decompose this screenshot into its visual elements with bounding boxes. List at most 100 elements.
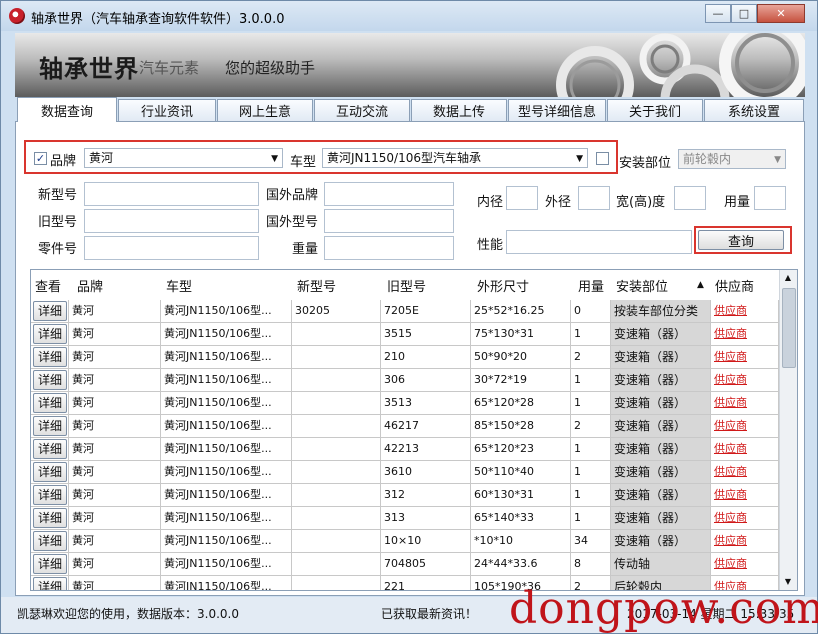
tab-settings[interactable]: 系统设置 [704, 99, 804, 121]
detail-button[interactable]: 详细 [33, 324, 67, 344]
supplier-link[interactable]: 供应商 [711, 392, 779, 415]
cell-size: 25*52*16.25 [471, 300, 571, 323]
old-model-input[interactable] [84, 209, 259, 233]
detail-button[interactable]: 详细 [33, 508, 67, 528]
table-row[interactable]: 详细 黄河 黄河JN1150/106型... 3515 75*130*31 1 变速箱（器）… [31, 323, 779, 346]
detail-button[interactable]: 详细 [33, 577, 67, 590]
supplier-link[interactable]: 供应商 [711, 438, 779, 461]
detail-button[interactable]: 详细 [33, 416, 67, 436]
table-row[interactable]: 详细 黄河 黄河JN1150/106型... 10×10 *10*10 34 变速箱（器）供… [31, 530, 779, 553]
cell-qty: 1 [571, 484, 611, 507]
table-row[interactable]: 详细 黄河 黄河JN1150/106型... 42213 65*120*23 1 变速箱（器… [31, 438, 779, 461]
detail-button[interactable]: 详细 [33, 554, 67, 574]
column-header-brand[interactable]: 品牌 [73, 270, 161, 300]
detail-button[interactable]: 详细 [33, 462, 67, 482]
table-row[interactable]: 详细 黄河 黄河JN1150/106型... 46217 85*150*28 2 变速箱（器… [31, 415, 779, 438]
column-header-old-model[interactable]: 旧型号 [383, 270, 471, 300]
tab-online-business[interactable]: 网上生意 [217, 99, 313, 121]
cell-brand: 黄河 [69, 461, 161, 484]
detail-button[interactable]: 详细 [33, 439, 67, 459]
column-header-supplier[interactable]: 供应商 [711, 270, 777, 300]
table-row[interactable]: 详细 黄河 黄河JN1150/106型... 3513 65*120*28 1 变速箱（器）… [31, 392, 779, 415]
scrollbar-thumb[interactable] [782, 288, 796, 368]
brand-subtitle-1: 汽车元素 [139, 59, 200, 77]
supplier-link[interactable]: 供应商 [711, 461, 779, 484]
chevron-down-icon: ▼ [774, 155, 781, 165]
tab-interaction[interactable]: 互动交流 [314, 99, 410, 121]
scroll-up-icon[interactable]: ▲ [782, 272, 794, 284]
chevron-down-icon: ▼ [271, 154, 278, 164]
foreign-brand-label: 国外品牌 [266, 188, 319, 203]
search-button[interactable]: 查询 [698, 230, 784, 250]
foreign-brand-input[interactable] [324, 182, 454, 206]
tab-model-details[interactable]: 型号详细信息 [508, 99, 606, 121]
performance-input[interactable] [506, 230, 692, 254]
supplier-link[interactable]: 供应商 [711, 507, 779, 530]
tab-data-query[interactable]: 数据查询 [17, 97, 117, 122]
close-button[interactable]: ✕ [757, 4, 805, 23]
cell-brand: 黄河 [69, 323, 161, 346]
weight-label: 重量 [292, 242, 319, 257]
table-row[interactable]: 详细 黄河 黄河JN1150/106型... 704805 24*44*33.6 8 传动轴… [31, 553, 779, 576]
detail-button[interactable]: 详细 [33, 301, 67, 321]
cell-qty: 1 [571, 461, 611, 484]
detail-button[interactable]: 详细 [33, 531, 67, 551]
detail-button[interactable]: 详细 [33, 347, 67, 367]
tab-about-us[interactable]: 关于我们 [607, 99, 703, 121]
vertical-scrollbar[interactable]: ▲ ▼ [779, 270, 797, 590]
table-row[interactable]: 详细 黄河 黄河JN1150/106型... 312 60*130*31 1 变速箱（器）供… [31, 484, 779, 507]
brand-checkbox[interactable]: ✓ [34, 152, 47, 165]
supplier-link[interactable]: 供应商 [711, 484, 779, 507]
foreign-model-input[interactable] [324, 209, 454, 233]
table-row[interactable]: 详细 黄河 黄河JN1150/106型... 313 65*140*33 1 变速箱（器）供… [31, 507, 779, 530]
detail-button[interactable]: 详细 [33, 393, 67, 413]
supplier-link[interactable]: 供应商 [711, 323, 779, 346]
column-header-location[interactable]: 安装部位 [612, 270, 692, 300]
brand-select[interactable]: 黄河 ▼ [84, 148, 283, 168]
table-row[interactable]: 详细 黄河 黄河JN1150/106型... 306 30*72*19 1 变速箱（器） 供应… [31, 369, 779, 392]
location-select[interactable]: 前轮毂内 ▼ [678, 149, 786, 169]
cell-location: 变速箱（器） [611, 484, 711, 507]
width-height-input[interactable] [674, 186, 706, 210]
supplier-link[interactable]: 供应商 [711, 300, 779, 323]
table-row[interactable]: 详细 黄河 黄河JN1150/106型... 210 50*90*20 2 变速箱（器） 供应… [31, 346, 779, 369]
detail-button[interactable]: 详细 [33, 485, 67, 505]
tab-industry-news[interactable]: 行业资讯 [118, 99, 216, 121]
cell-brand: 黄河 [69, 369, 161, 392]
supplier-link[interactable]: 供应商 [711, 346, 779, 369]
cell-view: 详细 [31, 576, 69, 590]
part-number-input[interactable] [84, 236, 259, 260]
supplier-link[interactable]: 供应商 [711, 553, 779, 576]
column-header-qty[interactable]: 用量 [574, 270, 610, 300]
outer-diameter-input[interactable] [578, 186, 610, 210]
cell-old-model: 312 [381, 484, 471, 507]
cell-car: 黄河JN1150/106型... [161, 530, 292, 553]
detail-button[interactable]: 详细 [33, 370, 67, 390]
tab-data-upload[interactable]: 数据上传 [411, 99, 507, 121]
cell-view: 详细 [31, 553, 69, 576]
weight-input[interactable] [324, 236, 454, 260]
watermark-text: dongpow.com [509, 583, 818, 634]
column-header-view[interactable]: 查看 [31, 270, 71, 300]
cell-new-model [292, 415, 381, 438]
column-header-car[interactable]: 车型 [162, 270, 290, 300]
cell-old-model: 10×10 [381, 530, 471, 553]
cell-new-model [292, 323, 381, 346]
car-model-select[interactable]: 黄河JN1150/106型汽车轴承 ▼ [322, 148, 588, 168]
new-model-input[interactable] [84, 182, 259, 206]
column-header-size[interactable]: 外形尺寸 [473, 270, 571, 300]
table-row[interactable]: 详细 黄河 黄河JN1150/106型... 3610 50*110*40 1 变速箱（器）… [31, 461, 779, 484]
usage-input[interactable] [754, 186, 786, 210]
cell-qty: 1 [571, 507, 611, 530]
location-checkbox[interactable] [596, 152, 609, 165]
supplier-link[interactable]: 供应商 [711, 369, 779, 392]
column-header-new-model[interactable]: 新型号 [293, 270, 381, 300]
table-row[interactable]: 详细 黄河 黄河JN1150/106型... 30205 7205E 25*52*16.2… [31, 300, 779, 323]
maximize-button[interactable]: □ [731, 4, 757, 23]
minimize-button[interactable]: — [705, 4, 731, 23]
inner-diameter-input[interactable] [506, 186, 538, 210]
cell-new-model [292, 461, 381, 484]
cell-location: 按装车部位分类 [611, 300, 711, 323]
supplier-link[interactable]: 供应商 [711, 415, 779, 438]
supplier-link[interactable]: 供应商 [711, 530, 779, 553]
